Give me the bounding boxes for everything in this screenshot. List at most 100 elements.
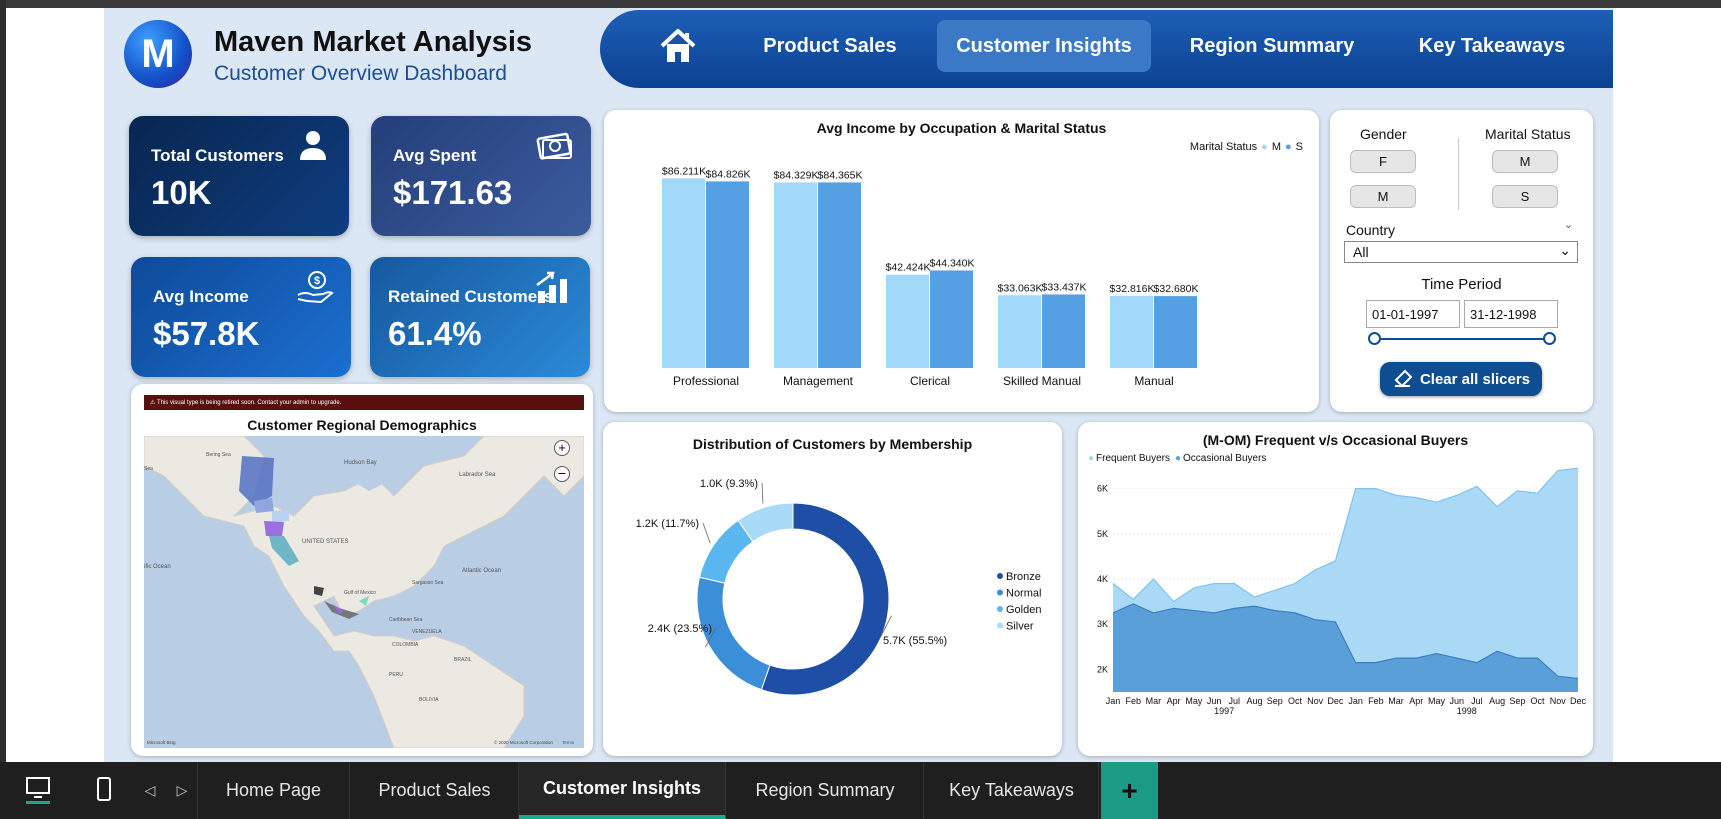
x-tick-label: Feb [1125, 696, 1141, 706]
legend-dot-golden [997, 606, 1003, 612]
bar-data-label: $42.424K [886, 262, 931, 274]
page-subtitle: Customer Overview Dashboard [214, 62, 507, 85]
bar-s [818, 182, 861, 368]
bar-category-label: Clerical [910, 374, 950, 388]
gender-option-f[interactable]: F [1350, 150, 1416, 173]
kpi-value: $57.8K [153, 315, 260, 352]
x-tick-label: Feb [1368, 696, 1384, 706]
x-tick-label: Oct [1531, 696, 1546, 706]
hand-dollar-icon: $ [295, 269, 335, 305]
kpi-value: 10K [151, 174, 212, 211]
bar-m [1110, 295, 1153, 368]
x-tick-label: Dec [1327, 696, 1344, 706]
legend-dot-silver [997, 622, 1003, 629]
map-label-brazil: BRAZIL [454, 657, 472, 663]
marital-option-m[interactable]: M [1492, 150, 1558, 173]
map-label-venezuela: VENEZUELA [412, 629, 442, 635]
bar-data-label: $32.816K [1110, 283, 1155, 295]
slider-end-handle[interactable] [1543, 332, 1556, 345]
kpi-label: Total Customers [151, 146, 284, 165]
x-tick-label: Jan [1348, 696, 1363, 706]
x-tick-label: Apr [1409, 696, 1423, 706]
add-page-button[interactable]: + [1101, 762, 1158, 819]
bar-data-label: $84.826K [706, 168, 751, 180]
x-tick-label: Aug [1489, 696, 1505, 706]
bar-data-label: $32.680K [1154, 283, 1199, 295]
x-tick-label: Mar [1388, 696, 1404, 706]
y-tick-label: 6K [1097, 484, 1108, 494]
tab-customer-insights[interactable]: Customer Insights [519, 762, 726, 819]
prev-icon[interactable]: ◁ [138, 770, 162, 810]
map-label-sea: Sea [144, 466, 153, 472]
x-tick-label: Sep [1509, 696, 1525, 706]
x-tick-label: Aug [1247, 696, 1263, 706]
desktop-icon[interactable] [16, 770, 60, 810]
donut-slice-bronze [760, 502, 890, 696]
map-label-caribbean: Caribbean Sea [389, 617, 423, 623]
nav-product-sales[interactable]: Product Sales [746, 20, 914, 72]
brand-logo: M [124, 20, 192, 88]
retirement-warning: ⚠ This visual type is being retired soon… [144, 395, 584, 410]
top-navigation: Product Sales Customer Insights Region S… [600, 10, 1613, 88]
y-tick-label: 5K [1097, 529, 1108, 539]
svg-text:$: $ [314, 275, 320, 287]
map-label-gulf: Gulf of Mexico [344, 590, 376, 596]
x-tick-label: Jun [1449, 696, 1464, 706]
nav-region-summary[interactable]: Region Summary [1170, 20, 1374, 72]
kpi-avg-income: Avg Income $57.8K $ [131, 257, 351, 377]
legend-label-silver: Silver [1006, 621, 1034, 633]
bar-data-label: $33.063K [998, 282, 1043, 294]
zoom-in-icon[interactable]: + [554, 440, 570, 456]
bar-chart-card: Avg Income by Occupation & Marital Statu… [604, 110, 1319, 412]
marital-option-s[interactable]: S [1492, 185, 1558, 208]
nav-customer-insights[interactable]: Customer Insights [937, 20, 1151, 72]
bar-data-label: $84.365K [818, 169, 863, 181]
bar-m [774, 182, 817, 368]
tab-product-sales[interactable]: Product Sales [351, 762, 519, 819]
slicer-divider [1458, 138, 1459, 210]
zoom-out-icon[interactable]: − [554, 466, 570, 482]
slider-start-handle[interactable] [1368, 332, 1381, 345]
map-viewport[interactable]: Hudson Bay Labrador Sea UNITED STATES At… [144, 436, 584, 748]
tab-region-summary[interactable]: Region Summary [727, 762, 924, 819]
gender-option-m[interactable]: M [1350, 185, 1416, 208]
slicer-panel: Gender F M Marital Status M S Country ⌄ … [1330, 110, 1593, 412]
date-range-slider[interactable] [1374, 338, 1550, 340]
map-attribution: © 2020 Microsoft Corporation [494, 739, 553, 745]
home-icon[interactable] [658, 26, 698, 66]
bar-m [662, 178, 705, 368]
legend-label-golden: Golden [1006, 604, 1041, 616]
map-label-labrador-sea: Labrador Sea [459, 472, 496, 478]
kpi-label: Avg Spent [393, 146, 477, 165]
nav-key-takeaways[interactable]: Key Takeaways [1400, 20, 1584, 72]
donut-leader-line [702, 522, 711, 544]
kpi-total-customers: Total Customers 10K [129, 116, 349, 236]
end-date-input[interactable]: 31-12-1998 [1464, 300, 1558, 328]
year-label-1998: 1998 [1457, 706, 1477, 716]
page-title: Maven Market Analysis [214, 26, 533, 58]
x-tick-label: Sep [1267, 696, 1283, 706]
start-date-input[interactable]: 01-01-1997 [1366, 300, 1460, 328]
map-label-bolivia: BOLIVIA [419, 697, 439, 703]
country-dropdown[interactable]: All ⌄ [1344, 241, 1578, 263]
clear-slicers-button[interactable]: Clear all slicers [1380, 362, 1542, 396]
left-border [0, 0, 6, 762]
next-icon[interactable]: ▷ [170, 770, 194, 810]
phone-icon[interactable] [82, 770, 126, 810]
chevron-down-icon[interactable]: ⌄ [1564, 218, 1573, 231]
tab-home-page[interactable]: Home Page [198, 762, 350, 819]
map-terms-link[interactable]: Terms [562, 740, 575, 745]
x-tick-label: Nov [1550, 696, 1567, 706]
bar-data-label: $44.340K [930, 257, 975, 269]
growth-chart-icon [534, 269, 574, 305]
bar-m [998, 295, 1041, 368]
map-card: ⚠ This visual type is being retired soon… [131, 384, 593, 756]
tab-key-takeaways[interactable]: Key Takeaways [925, 762, 1099, 819]
area-chart: 2K3K4K5K6KJan Feb Mar Apr May Jun Jul Aug Sep Oct… [1097, 467, 1586, 716]
map-label-sargasso: Sargasso Sea [412, 580, 444, 586]
bar-data-label: $86.211K [662, 165, 706, 177]
bar-category-label: Manual [1134, 374, 1173, 388]
bar-category-label: Professional [673, 374, 739, 388]
bar-m [886, 274, 929, 368]
bar-s [1042, 294, 1085, 368]
